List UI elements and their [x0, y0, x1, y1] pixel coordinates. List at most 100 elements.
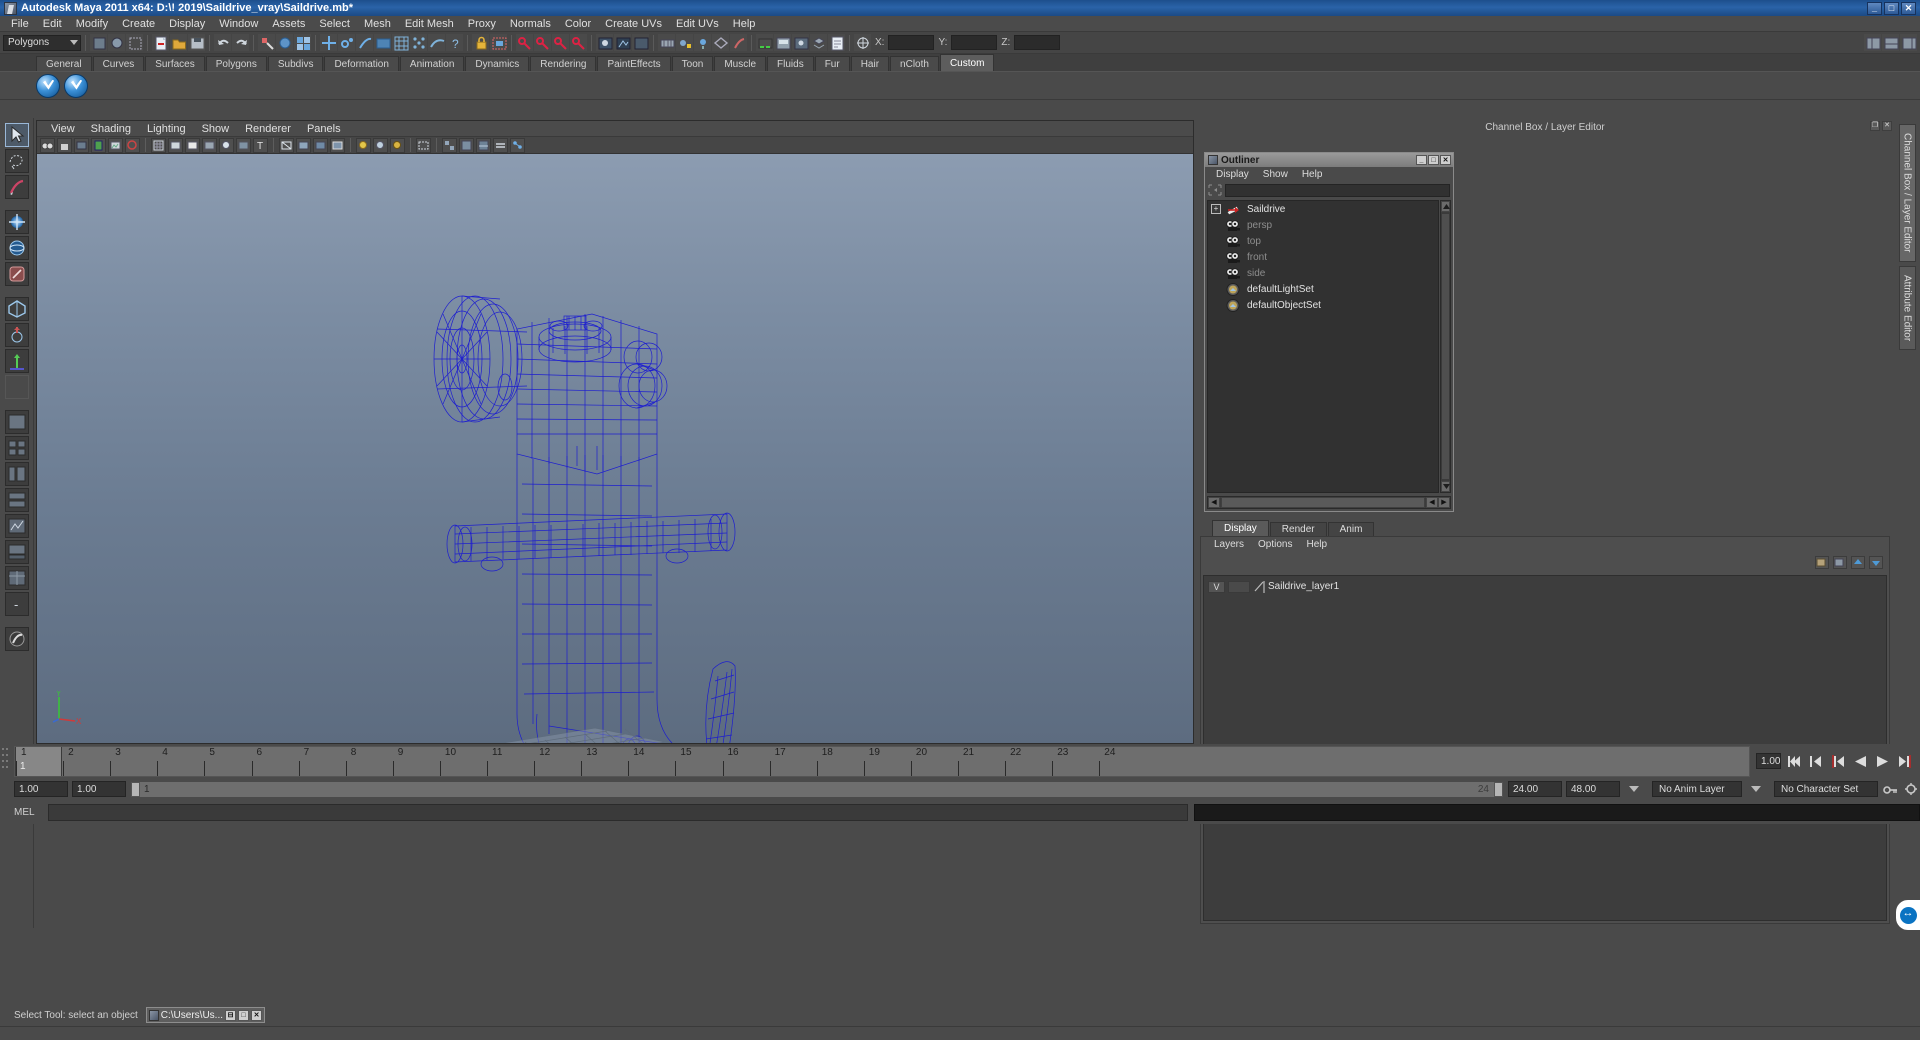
taskbar-close-button[interactable]: ✕ [251, 1009, 263, 1021]
viewport-menu-show[interactable]: Show [194, 123, 238, 135]
quick-layout-hypershade-persp-button[interactable] [4, 488, 29, 512]
layer-menu-options[interactable]: Options [1251, 539, 1299, 550]
share-viewport-icon[interactable] [510, 137, 525, 153]
move-layer-down-icon[interactable] [1869, 555, 1883, 569]
paint-select-tool-button[interactable] [4, 175, 29, 199]
playback-end-time-field[interactable]: 24.00 [1508, 781, 1562, 797]
outliner-filter-icon[interactable] [1208, 184, 1222, 196]
outliner-minimize-button[interactable]: _ [1416, 155, 1427, 165]
outliner-close-button[interactable]: ✕ [1440, 155, 1451, 165]
outliner-item-top[interactable]: top [1208, 233, 1438, 249]
paint-bucket-tool-button[interactable] [4, 627, 29, 651]
go-to-start-icon[interactable] [1786, 753, 1803, 770]
menu-item-file[interactable]: File [4, 16, 36, 32]
menu-item-proxy[interactable]: Proxy [461, 16, 503, 32]
play-backwards-icon[interactable] [1852, 753, 1869, 770]
menu-item-normals[interactable]: Normals [503, 16, 558, 32]
wireframe-on-shaded-icon[interactable] [330, 137, 345, 153]
dock-close-button[interactable]: ✕ [1882, 121, 1892, 131]
construction-history-icon[interactable] [552, 34, 569, 51]
outliner-search-input[interactable] [1225, 183, 1450, 197]
snap-view-plane-icon[interactable] [428, 34, 445, 51]
vray-render-icon[interactable] [36, 73, 60, 98]
animation-start-time-field[interactable]: 1.00 [14, 781, 68, 797]
outliner-maximize-button[interactable]: □ [1428, 155, 1439, 165]
layer-row[interactable]: V Saildrive_layer1 [1204, 579, 1886, 594]
layer-editor-tab-render[interactable]: Render [1269, 522, 1327, 536]
menu-item-create[interactable]: Create [115, 16, 162, 32]
shelf-tab-surfaces[interactable]: Surfaces [145, 56, 205, 71]
taskbar-window-button[interactable]: C:\Users\Us... ⊟ □ ✕ [145, 1007, 266, 1023]
time-slider-grip[interactable] [0, 746, 14, 776]
dock-float-button[interactable]: ❐ [1870, 121, 1880, 131]
select-by-hierarchy-icon[interactable] [90, 34, 107, 51]
outliner-hscroll-right-arrow2[interactable]: ▶ [1438, 497, 1450, 508]
outliner-scroll-up-arrow[interactable] [1441, 201, 1450, 212]
isolate-select-icon[interactable] [416, 137, 431, 153]
render-settings-icon[interactable] [632, 34, 649, 51]
character-set-select[interactable]: No Character Set [1774, 781, 1878, 797]
move-layer-up-icon[interactable] [1851, 555, 1865, 569]
history-toggle-icon[interactable] [570, 34, 587, 51]
shelf-tab-animation[interactable]: Animation [399, 56, 465, 71]
menu-item-modify[interactable]: Modify [69, 16, 115, 32]
shelf-tab-general[interactable]: General [36, 56, 92, 71]
shelf-tab-curves[interactable]: Curves [92, 56, 145, 71]
lock-selection-icon[interactable] [472, 34, 489, 51]
step-back-keyframe-icon[interactable] [1808, 753, 1825, 770]
shelf-tab-custom[interactable]: Custom [939, 54, 995, 71]
command-input-field[interactable] [48, 803, 1188, 821]
shelf-tab-deformation[interactable]: Deformation [324, 56, 399, 71]
anim-layer-dropdown-arrow[interactable] [1624, 781, 1648, 797]
shelf-tab-polygons[interactable]: Polygons [205, 56, 267, 71]
outliner-hscroll-left-arrow[interactable]: ◀ [1208, 497, 1220, 508]
shelf-tab-fluids[interactable]: Fluids [767, 56, 814, 71]
xray-mode-icon[interactable] [236, 137, 251, 153]
layer-editor-tab-anim[interactable]: Anim [1327, 522, 1375, 536]
save-scene-icon[interactable] [188, 34, 205, 51]
step-back-frame-icon[interactable] [1830, 753, 1847, 770]
close-button[interactable]: ✕ [1901, 1, 1916, 15]
outliner-tree-list[interactable]: + Saildrive persp top front side defaultLightS… [1207, 200, 1439, 493]
menu-item-help[interactable]: Help [726, 16, 763, 32]
anim-layer-select[interactable]: No Anim Layer [1652, 781, 1742, 797]
vtab-channel-box-layer-editor[interactable]: Channel Box / Layer Editor [1898, 124, 1916, 262]
script-editor-icon[interactable] [828, 34, 845, 51]
range-slider-bar[interactable]: 1 24 [130, 780, 1504, 798]
lasso-tool-button[interactable] [4, 149, 29, 173]
menu-item-window[interactable]: Window [212, 16, 265, 32]
maximize-button[interactable]: □ [1884, 1, 1899, 15]
viewport-menu-shading[interactable]: Shading [83, 123, 139, 135]
menu-item-edit[interactable]: Edit [36, 16, 69, 32]
move-tool-button[interactable] [4, 210, 29, 234]
menu-item-edit-mesh[interactable]: Edit Mesh [398, 16, 461, 32]
render-layer-icon[interactable] [810, 34, 827, 51]
render-view-icon[interactable] [490, 34, 507, 51]
lock-camera-icon[interactable] [57, 137, 72, 153]
minimize-button[interactable]: _ [1867, 1, 1882, 15]
layer-editor-tab-display[interactable]: Display [1212, 520, 1269, 536]
universal-manipulator-button[interactable] [4, 297, 29, 321]
outliner-window[interactable]: Outliner _ □ ✕ Display Show Help + Saildriv… [1204, 152, 1454, 512]
grid-toggle-icon[interactable] [151, 137, 166, 153]
playback-start-time-field[interactable]: 1.00 [72, 781, 126, 797]
hardware-fog-icon[interactable] [493, 137, 508, 153]
outliner-horizontal-scrollbar[interactable]: ◀ ◀ ▶ [1207, 496, 1451, 509]
viewport-canvas[interactable]: Y X [37, 154, 1193, 743]
use-default-lighting-icon[interactable] [356, 137, 371, 153]
display-textures-icon[interactable] [459, 137, 474, 153]
character-set-dropdown-arrow[interactable] [1746, 781, 1770, 797]
layer-playback-toggle[interactable] [1228, 580, 1250, 593]
resolution-gate-icon[interactable] [185, 137, 200, 153]
viewport-menu-panels[interactable]: Panels [299, 123, 349, 135]
quick-layout-persp-graph-button[interactable] [4, 514, 29, 538]
shelf-tab-dynamics[interactable]: Dynamics [465, 56, 530, 71]
menu-item-select[interactable]: Select [312, 16, 357, 32]
two-d-pan-zoom-icon[interactable] [125, 137, 140, 153]
menu-item-color[interactable]: Color [558, 16, 598, 32]
create-empty-layer-icon[interactable] [1815, 555, 1829, 569]
outliner-item-side[interactable]: side [1208, 265, 1438, 281]
input-connection-icon[interactable] [516, 34, 533, 51]
bookmarks-icon[interactable] [91, 137, 106, 153]
step-forward-frame-icon[interactable] [1896, 753, 1913, 770]
